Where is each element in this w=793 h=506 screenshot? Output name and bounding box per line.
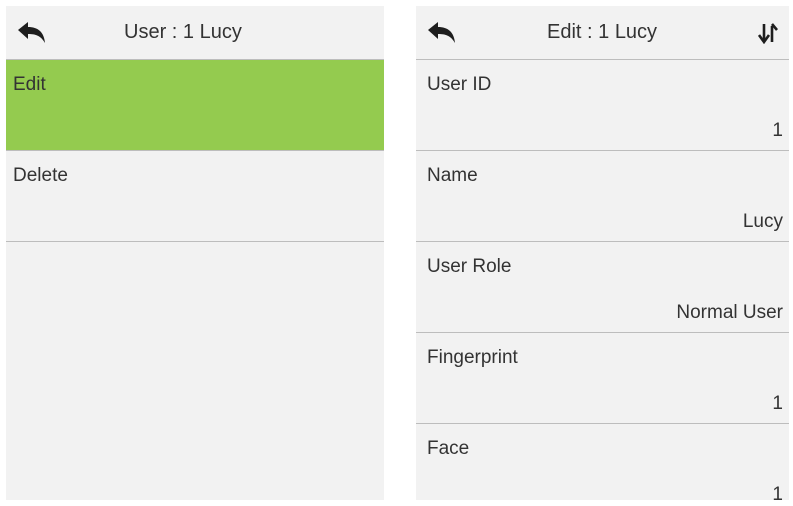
back-arrow-icon <box>18 22 45 43</box>
field-value: Lucy <box>742 211 783 232</box>
user-menu-screen: User : 1 Lucy Edit Delete <box>6 6 384 500</box>
menu-item-edit[interactable]: Edit <box>6 60 384 151</box>
field-value: 1 <box>772 120 783 141</box>
header: User : 1 Lucy <box>6 6 384 60</box>
menu-item-label: Delete <box>13 165 68 186</box>
user-fields-list: User ID 1 Name Lucy User Role Normal Use… <box>416 60 789 500</box>
field-fingerprint[interactable]: Fingerprint 1 <box>416 333 789 424</box>
field-label: Face <box>427 438 470 459</box>
field-value: Normal User <box>676 302 783 323</box>
menu-item-delete[interactable]: Delete <box>6 151 384 242</box>
header: Edit : 1 Lucy <box>416 6 789 60</box>
field-user-role[interactable]: User Role Normal User <box>416 242 789 333</box>
field-user-id[interactable]: User ID 1 <box>416 60 789 151</box>
sort-arrows-icon <box>758 23 778 44</box>
field-name[interactable]: Name Lucy <box>416 151 789 242</box>
field-label: User Role <box>427 256 512 277</box>
back-button[interactable] <box>14 19 50 47</box>
field-label: Name <box>427 165 478 186</box>
user-options-menu: Edit Delete <box>6 60 384 242</box>
menu-item-label: Edit <box>13 74 46 95</box>
field-face[interactable]: Face 1 <box>416 424 789 500</box>
edit-user-screen: Edit : 1 Lucy User ID 1 Name Lucy User R… <box>416 6 789 500</box>
page-title: User : 1 Lucy <box>124 21 242 43</box>
sort-button[interactable] <box>755 20 781 46</box>
field-value: 1 <box>772 393 783 414</box>
field-label: Fingerprint <box>427 347 518 368</box>
back-button[interactable] <box>424 19 460 47</box>
page-title: Edit : 1 Lucy <box>547 21 658 43</box>
field-value: 1 <box>772 484 783 500</box>
field-label: User ID <box>427 74 492 95</box>
back-arrow-icon <box>428 22 455 43</box>
